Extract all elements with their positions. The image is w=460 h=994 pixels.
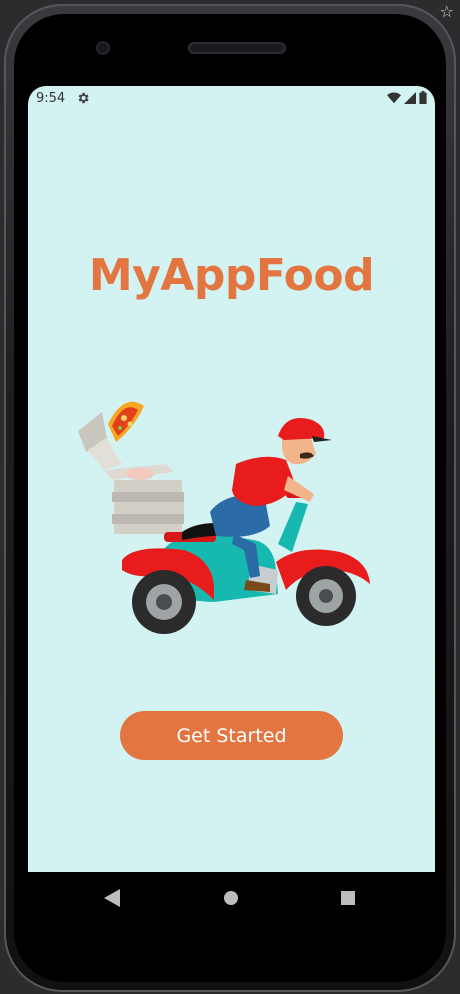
star-icon[interactable]: ☆ xyxy=(440,2,454,21)
home-icon[interactable] xyxy=(224,891,238,905)
back-icon[interactable] xyxy=(104,889,120,907)
app-title: MyAppFood xyxy=(88,250,375,301)
battery-icon xyxy=(419,91,427,104)
signal-icon xyxy=(404,91,416,104)
status-time: 9:54 xyxy=(36,91,66,106)
status-bar: 9:54 xyxy=(28,86,435,112)
recents-icon[interactable] xyxy=(341,891,355,905)
front-wheel xyxy=(296,566,356,626)
system-nav-bar xyxy=(28,872,435,926)
rear-wheel xyxy=(132,570,196,634)
earpiece-speaker xyxy=(188,42,286,54)
status-icons xyxy=(387,91,427,104)
pizza-box-stack xyxy=(78,412,184,534)
get-started-button[interactable]: Get Started xyxy=(120,711,343,760)
app-screen: 9:54 MyAppFood Get Started xyxy=(28,86,435,872)
wifi-icon xyxy=(387,91,401,103)
settings-gear-icon xyxy=(78,92,89,104)
front-camera-icon xyxy=(96,41,110,55)
pizza-slice xyxy=(108,401,144,442)
delivery-scooter-illustration xyxy=(78,401,370,634)
